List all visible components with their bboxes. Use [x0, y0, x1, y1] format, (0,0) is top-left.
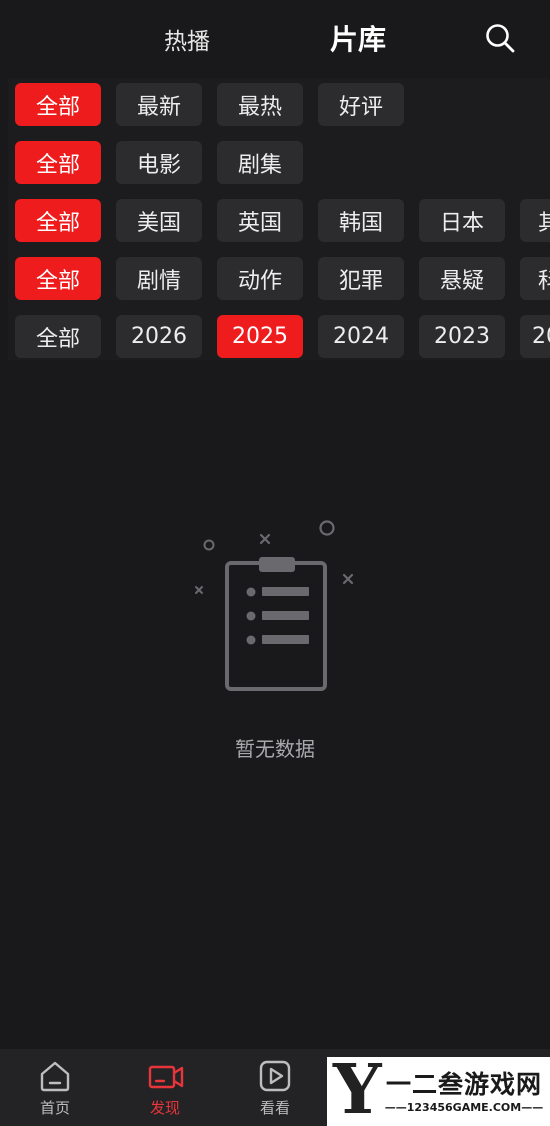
filter-genre-all[interactable]: 全部 — [15, 257, 101, 300]
filter-sort-top-rated[interactable]: 好评 — [318, 83, 404, 126]
filter-region-japan[interactable]: 日本 — [419, 199, 505, 242]
filter-genre-drama[interactable]: 剧情 — [116, 257, 202, 300]
tab-library[interactable]: 片库 — [330, 18, 386, 58]
nav-watch[interactable]: 看看 — [240, 1049, 310, 1126]
filter-year-all[interactable]: 全部 — [15, 315, 101, 358]
filter-region-other[interactable]: 其 — [520, 199, 550, 242]
search-icon — [486, 24, 515, 53]
play-icon — [259, 1060, 291, 1092]
filter-year-2025[interactable]: 2025 — [217, 315, 303, 358]
empty-state-text: 暂无数据 — [235, 737, 315, 761]
filter-genre-action[interactable]: 动作 — [217, 257, 303, 300]
nav-discover-label: 发现 — [149, 1099, 180, 1117]
filter-genre-crime[interactable]: 犯罪 — [318, 257, 404, 300]
clipboard-list-icon — [188, 515, 368, 700]
filter-genre-scifi[interactable]: 科 — [520, 257, 550, 300]
filter-type-movie[interactable]: 电影 — [116, 141, 202, 184]
filter-region-uk[interactable]: 英国 — [217, 199, 303, 242]
tab-hot[interactable]: 热播 — [164, 22, 210, 56]
filter-year-2026[interactable]: 2026 — [116, 315, 202, 358]
nav-home[interactable]: 首页 — [20, 1049, 90, 1126]
filter-type-all[interactable]: 全部 — [15, 141, 101, 184]
filter-region-korea[interactable]: 韩国 — [318, 199, 404, 242]
search-button[interactable] — [484, 22, 516, 54]
nav-discover[interactable]: 发现 — [130, 1049, 200, 1126]
nav-home-label: 首页 — [39, 1099, 70, 1117]
watermark-title: 一二叁游戏网 — [385, 1070, 542, 1099]
video-camera-icon — [148, 1065, 184, 1089]
top-header: 热播 片库 — [0, 0, 550, 78]
filter-panel: 全部 最新 最热 好评 全部 电影 剧集 全部 美国 英国 韩国 日本 其 全部… — [8, 78, 550, 360]
filter-sort-all[interactable]: 全部 — [15, 83, 101, 126]
watermark-site: ——123456GAME.COM—— — [384, 1101, 544, 1114]
filter-sort-latest[interactable]: 最新 — [116, 83, 202, 126]
filter-year-2023[interactable]: 2023 — [419, 315, 505, 358]
filter-genre-mystery[interactable]: 悬疑 — [419, 257, 505, 300]
filter-year-2022[interactable]: 20 — [520, 315, 550, 358]
filter-region-usa[interactable]: 美国 — [116, 199, 202, 242]
nav-watch-label: 看看 — [259, 1099, 290, 1117]
filter-year-2024[interactable]: 2024 — [318, 315, 404, 358]
watermark-logo: Y — [333, 1050, 382, 1126]
filter-region-all[interactable]: 全部 — [15, 199, 101, 242]
home-icon — [40, 1061, 70, 1092]
filter-sort-hottest[interactable]: 最热 — [217, 83, 303, 126]
filter-type-series[interactable]: 剧集 — [217, 141, 303, 184]
site-watermark: Y 一二叁游戏网 ——123456GAME.COM—— — [327, 1050, 550, 1126]
